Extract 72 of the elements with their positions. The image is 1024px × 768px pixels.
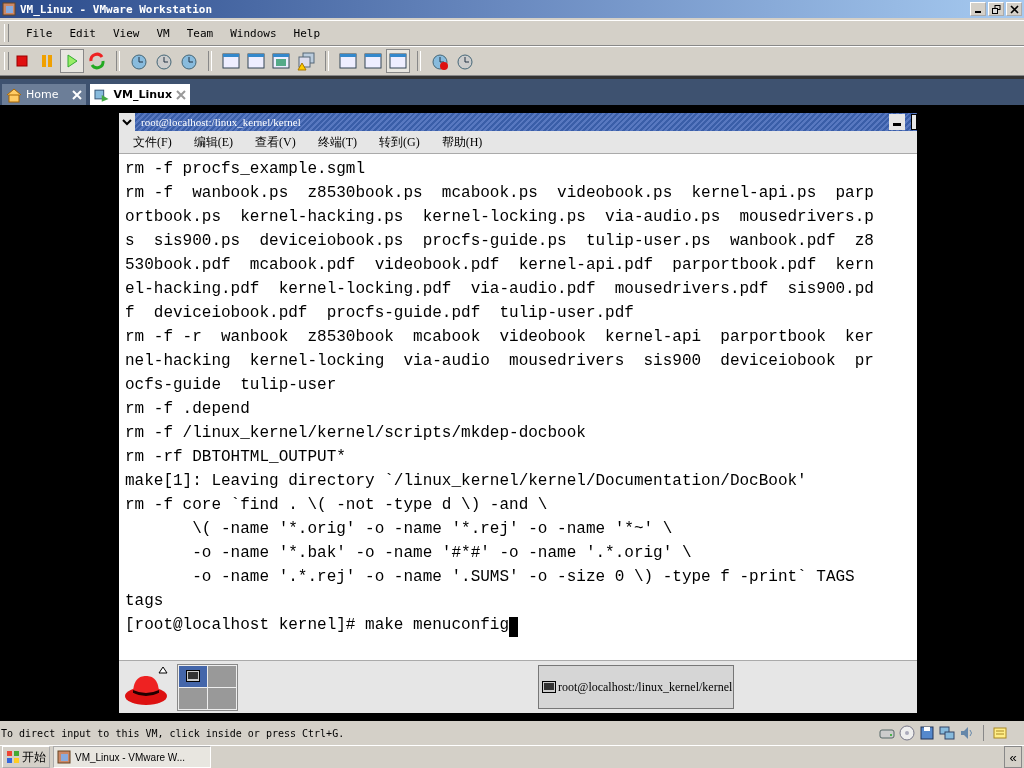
minimize-icon bbox=[975, 10, 981, 13]
menu-item[interactable]: Edit bbox=[69, 26, 96, 40]
menu-item[interactable]: Help bbox=[293, 26, 321, 40]
cursor bbox=[509, 617, 519, 637]
terminal-line: ortbook.ps kernel-hacking.ps kernel-locking.ps via-audio.ps mousedrivers.p bbox=[125, 207, 875, 228]
windows-flag-icon bbox=[6, 750, 20, 764]
terminal-line: f deviceiobook.pdf procfs-guide.pdf tulip-user.pdf bbox=[125, 303, 635, 324]
taskbar-button[interactable]: VM_Linux - VMware W... bbox=[53, 746, 211, 768]
expand-tray-button[interactable]: « bbox=[1004, 746, 1022, 768]
menu-item[interactable]: 文件(F) bbox=[133, 133, 172, 151]
house-icon bbox=[6, 86, 22, 103]
refresh-icon bbox=[87, 51, 107, 71]
app-icon bbox=[2, 2, 16, 16]
window-title: VM_Linux - VMware Workstation bbox=[20, 2, 214, 16]
terminal-line: ocfs-guide tulip-user bbox=[125, 375, 338, 396]
menu-item[interactable]: 编辑(E) bbox=[193, 133, 233, 151]
restore-icon bbox=[991, 4, 1001, 14]
menu-item[interactable]: VM bbox=[156, 26, 170, 40]
terminal-line: rm -f -r wanbook z8530book mcabook videobook kernel-api parportbook ker bbox=[125, 327, 875, 348]
terminal-icon bbox=[542, 681, 556, 693]
menu-item[interactable]: 帮助(H) bbox=[441, 133, 483, 151]
minimize-button[interactable] bbox=[970, 2, 986, 16]
toolbar-button[interactable] bbox=[294, 49, 318, 73]
taskbar-button[interactable]: root@localhost:/linux_kernel/kernel bbox=[538, 665, 734, 709]
warning-icon bbox=[296, 51, 316, 71]
app-icon bbox=[57, 750, 71, 764]
menu-item[interactable]: 转到(G) bbox=[379, 133, 420, 151]
terminal-line: [root@localhost kernel]# make menuconfig bbox=[125, 613, 911, 637]
terminal-line: rm -f .depend bbox=[125, 399, 251, 420]
terminal-line: 530book.pdf mcabook.pdf videobook.pdf kernel-api.pdf parportbook.pdf kern bbox=[125, 255, 875, 276]
terminal-line: -o -name '.*.rej' -o -name '.SUMS' -o -size 0 \) -type f -print` TAGS bbox=[191, 567, 856, 588]
terminal-line: rm -f /linux_kernel/kernel/scripts/mkdep-docbook bbox=[125, 423, 587, 444]
start-button[interactable]: 开始 bbox=[2, 746, 50, 768]
menu-item[interactable]: Team bbox=[186, 26, 214, 40]
terminal-line: rm -f procfs_example.sgml bbox=[125, 159, 367, 180]
menu-item[interactable]: 查看(V) bbox=[255, 133, 296, 151]
maximize-button[interactable] bbox=[911, 114, 917, 130]
menu-item[interactable]: View bbox=[113, 26, 140, 40]
terminal-line: s sis900.ps deviceiobook.ps procfs-guide.ps tulip-user.ps wanbook.pdf z8 bbox=[125, 231, 875, 252]
workspace[interactable] bbox=[179, 665, 207, 687]
note-icon[interactable] bbox=[992, 725, 1008, 741]
tab[interactable]: Home bbox=[2, 84, 86, 105]
speaker-icon[interactable] bbox=[959, 725, 975, 741]
close-icon bbox=[1009, 4, 1019, 14]
floppy-icon[interactable] bbox=[919, 725, 935, 741]
restore-button[interactable] bbox=[988, 2, 1004, 16]
minimize-button[interactable] bbox=[889, 114, 905, 130]
menu-item[interactable]: File bbox=[26, 26, 53, 40]
workspace-switcher[interactable] bbox=[177, 663, 238, 711]
status-text: To direct input to this VM, click inside or press Ctrl+G. bbox=[1, 727, 346, 739]
tab-close-icon[interactable] bbox=[176, 89, 186, 100]
terminal-line: rm -f core `find . \( -not -type d \) -and \ bbox=[125, 495, 549, 516]
disc-icon[interactable] bbox=[899, 725, 915, 741]
network-icon[interactable] bbox=[939, 725, 955, 741]
terminal-line: nel-hacking kernel-locking via-audio mousedrivers sis900 deviceiobook pr bbox=[125, 351, 875, 372]
terminal-line: rm -f wanbook.ps z8530book.ps mcabook.ps videobook.ps kernel-api.ps parp bbox=[125, 183, 875, 204]
terminal-icon bbox=[186, 670, 200, 682]
minimize-icon bbox=[893, 123, 901, 126]
play-button[interactable] bbox=[60, 49, 84, 73]
terminal-title: root@localhost:/linux_kernel/kernel bbox=[141, 116, 302, 128]
terminal-line: tags bbox=[125, 591, 165, 612]
close-button[interactable] bbox=[1006, 2, 1022, 16]
menu-item[interactable]: 终端(T) bbox=[317, 133, 357, 151]
terminal-line: make[1]: Leaving directory `/linux_kernel/kernel/Documentation/DocBook' bbox=[125, 471, 808, 492]
menu-item[interactable]: Windows bbox=[230, 26, 277, 40]
terminal-line: \( -name '*.orig' -o -name '*.rej' -o -name '*~' \ bbox=[191, 519, 674, 540]
terminal-line: -o -name '*.bak' -o -name '#*#' -o -name '.*.orig' \ bbox=[191, 543, 693, 564]
drive-icon[interactable] bbox=[879, 726, 895, 740]
terminal-line: el-hacking.pdf kernel-locking.pdf via-audio.pdf mousedrivers.pdf sis900.pd bbox=[125, 279, 875, 300]
window-menu-icon[interactable] bbox=[119, 113, 135, 131]
tab[interactable]: VM_Linux bbox=[90, 84, 190, 105]
terminal-line: rm -rf DBTOHTML_OUTPUT* bbox=[125, 447, 347, 468]
